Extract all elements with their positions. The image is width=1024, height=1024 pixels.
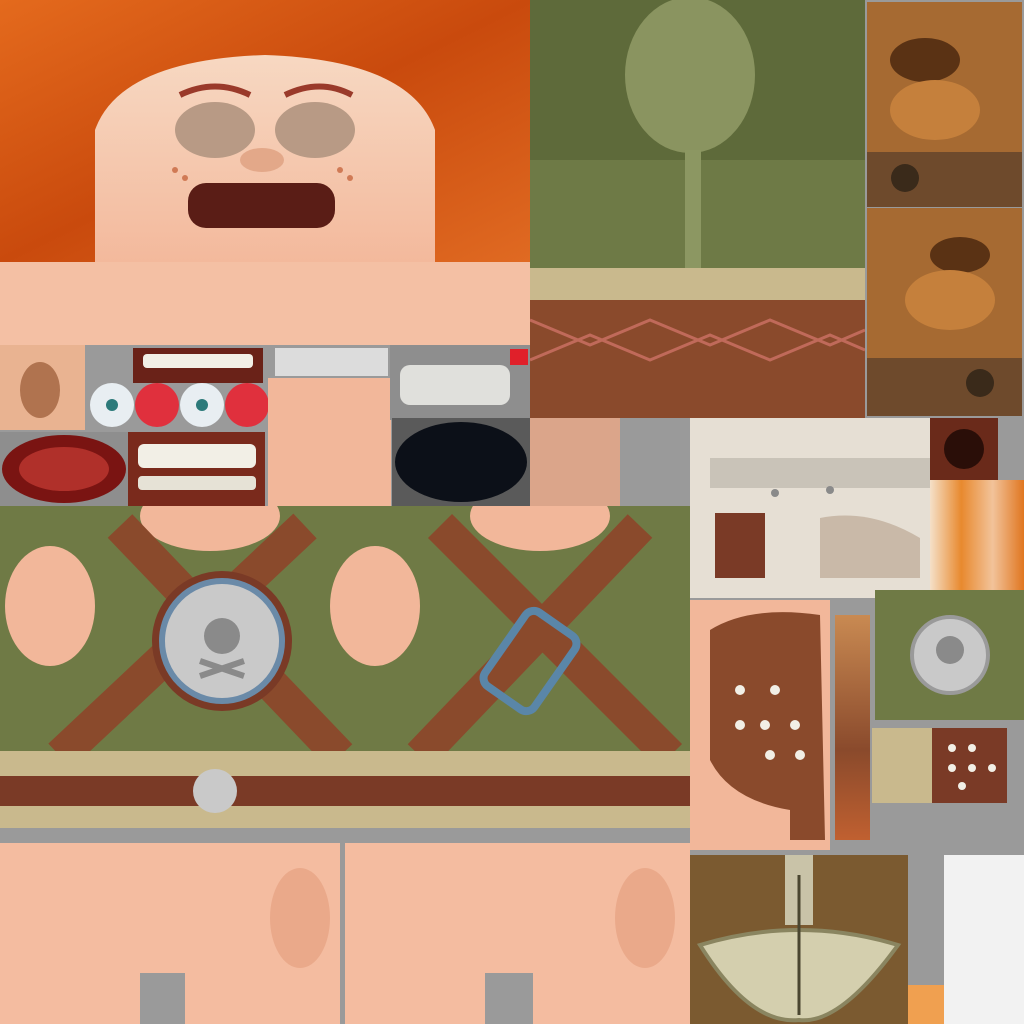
bracer-strip: [835, 615, 870, 840]
axe-texture: [690, 855, 908, 1024]
left-eye: [175, 102, 255, 158]
tooth-row-icon: [143, 354, 253, 368]
gray-filler: [620, 418, 690, 506]
orange-swatch: [908, 985, 944, 1024]
nose-patch: [0, 345, 85, 430]
emblem-button: [875, 590, 1024, 720]
orange-fluting: [930, 480, 1024, 590]
goggle-texture: [690, 418, 930, 598]
neck-swatch: [530, 418, 620, 506]
open-mouth: [188, 183, 335, 228]
skin-swatch-a: [268, 378, 391, 506]
fur-cuff: [872, 728, 1007, 803]
denture-piece: [390, 345, 530, 420]
shoulder-pad: [690, 600, 830, 850]
torso-texture: [0, 506, 690, 828]
eyeball-strip: [85, 380, 270, 430]
sleeve-texture: [530, 0, 865, 418]
leg-texture-left: [0, 828, 340, 1024]
white-filler: [944, 855, 1024, 1024]
mouth-interior: [0, 432, 128, 506]
face-texture: [0, 0, 530, 345]
upper-teeth: [133, 348, 263, 383]
right-eye: [275, 102, 355, 158]
lower-teeth: [128, 432, 265, 506]
dark-mouth-shadow: [392, 418, 530, 506]
dark-circle-swatch: [930, 418, 998, 480]
leg-texture-right: [345, 828, 690, 1024]
tongue-strip: [275, 348, 388, 376]
boot-texture: [865, 0, 1024, 418]
